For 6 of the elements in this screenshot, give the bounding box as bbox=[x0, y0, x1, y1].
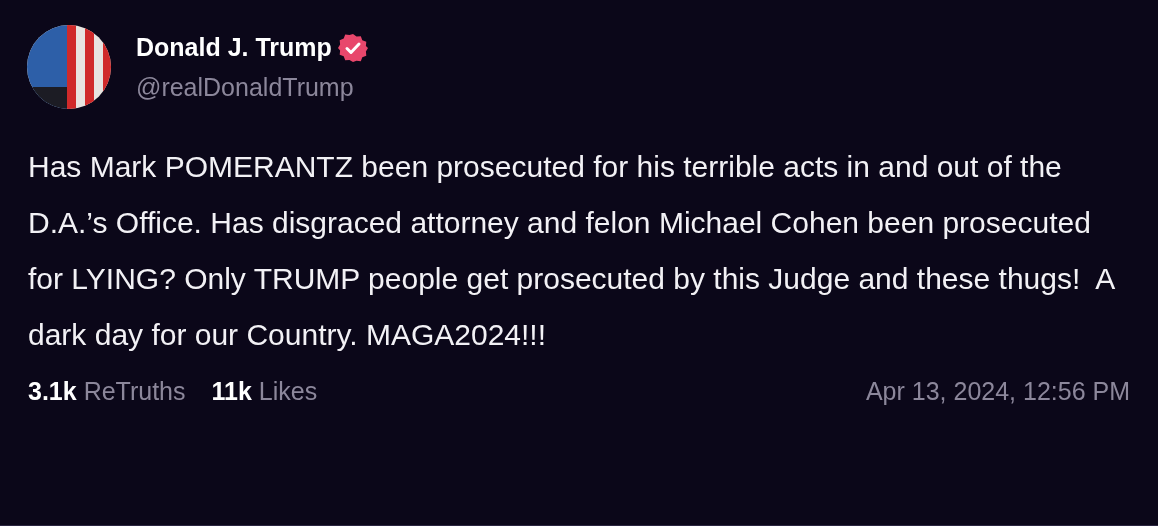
post-timestamp: Apr 13, 2024, 12:56 PM bbox=[865, 377, 1130, 406]
author-name[interactable]: Donald J. Trump bbox=[136, 33, 332, 62]
post-text: Has Mark POMERANTZ been prosecuted for his terrible acts in and out of the D.A.’s Office. Has disgraced attorney and felon Michael Cohen been prosecuted for LYING? Only TRUMP people get prosecuted by this Judge and these thugs! A dark day for our Country. MAGA2024!!! bbox=[28, 149, 1116, 353]
author-handle[interactable]: @realDonaldTrump bbox=[136, 72, 368, 102]
stat-count[interactable]: 3.1k ReTruths bbox=[28, 377, 186, 406]
stat-count[interactable]: 11k Likes bbox=[211, 377, 318, 406]
